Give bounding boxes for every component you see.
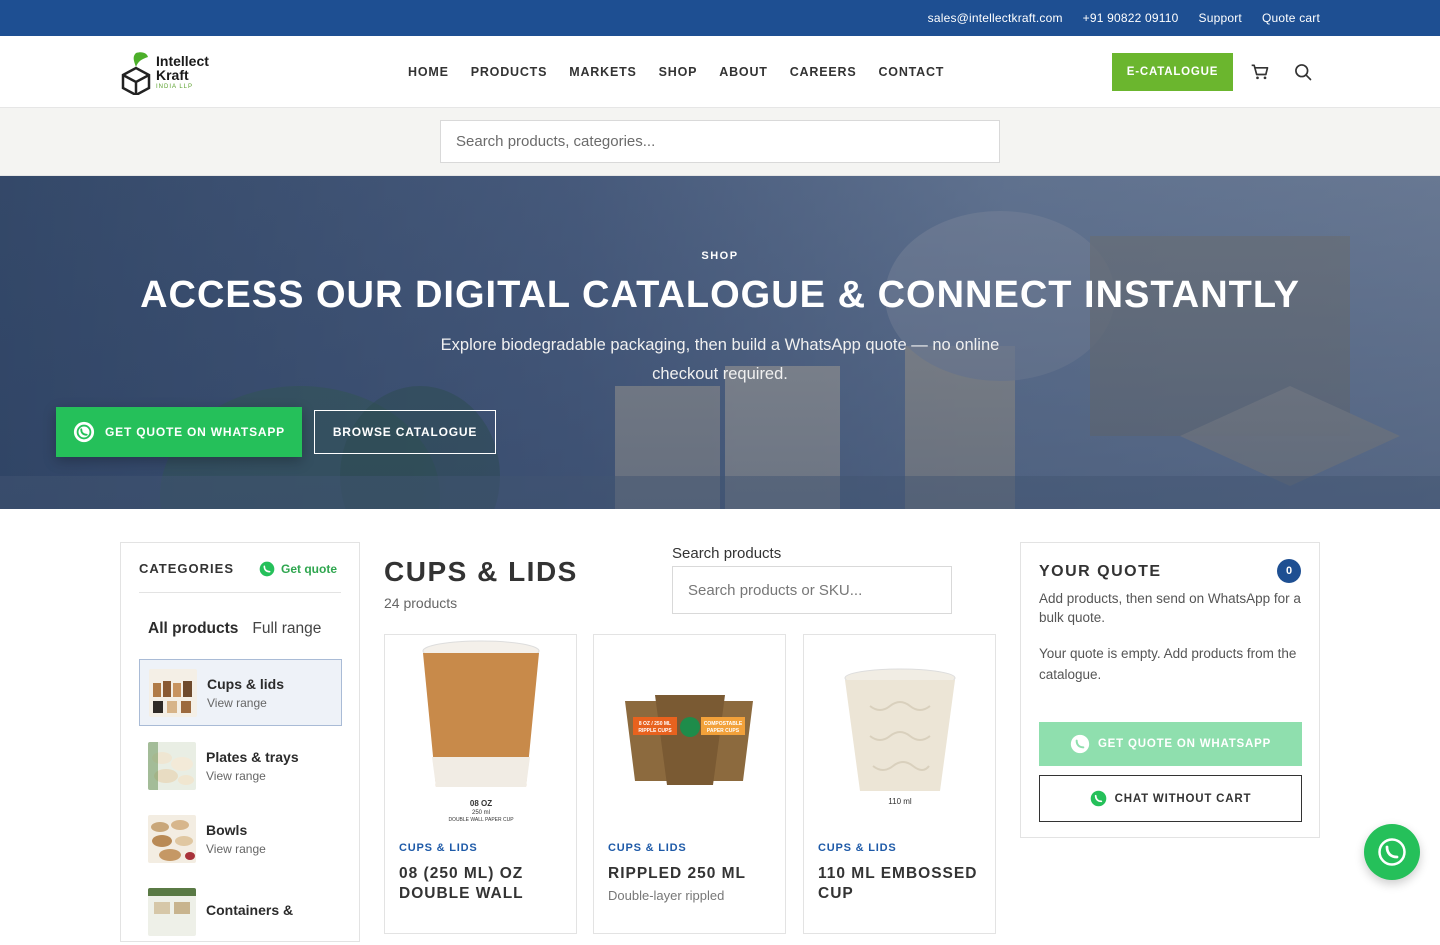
- e-catalogue-button[interactable]: E-CATALOGUE: [1112, 53, 1233, 91]
- quote-panel: YOUR QUOTE 0 Add products, then send on …: [1020, 542, 1320, 838]
- quote-empty-message: Your quote is empty. Add products from t…: [1039, 646, 1297, 682]
- logo-icon: [121, 52, 151, 95]
- divider: [139, 592, 341, 593]
- product-image: 110 ml: [804, 635, 995, 827]
- sidebar-get-quote-label: Get quote: [281, 562, 337, 576]
- product-image-label: 08 OZ: [469, 799, 491, 808]
- product-card[interactable]: 08 OZ 250 ml DOUBLE WALL PAPER CUP CUPS …: [384, 634, 577, 934]
- page-title: CUPS & LIDS: [384, 556, 578, 587]
- product-image: 8 OZ / 250 ML RIPPLE CUPS COMPOSTABLE PA…: [594, 635, 785, 827]
- nav-markets[interactable]: MARKETS: [569, 65, 636, 79]
- product-image: 08 OZ 250 ml DOUBLE WALL PAPER CUP: [385, 635, 576, 827]
- logo-line1: Intellect: [156, 53, 209, 69]
- quote-cart-link[interactable]: Quote cart: [1262, 11, 1320, 25]
- sidebar-item-cups-lids[interactable]: Cups & lids View range: [139, 659, 342, 726]
- nav-contact[interactable]: CONTACT: [878, 65, 944, 79]
- quote-whatsapp-button[interactable]: GET QUOTE ON WHATSAPP: [1039, 722, 1302, 766]
- whatsapp-icon: [1090, 790, 1106, 807]
- logo[interactable]: Intellect Kraft INDIA LLP: [120, 48, 220, 96]
- product-category: CUPS & LIDS: [608, 842, 687, 854]
- product-image-label: 8 OZ / 250 ML: [638, 721, 670, 727]
- nav-products[interactable]: PRODUCTS: [471, 65, 548, 79]
- product-image-label: 250 ml: [471, 810, 489, 816]
- product-category: CUPS & LIDS: [399, 842, 478, 854]
- category-name: Containers &: [206, 901, 294, 918]
- category-name: Plates & trays: [206, 748, 299, 765]
- support-link[interactable]: Support: [1199, 11, 1242, 25]
- product-search-label: Search products: [672, 545, 782, 562]
- hero-eyebrow: SHOP: [701, 250, 739, 262]
- whatsapp-icon: [259, 561, 275, 577]
- quote-title: YOUR QUOTE: [1039, 563, 1162, 580]
- product-image-label: RIPPLE CUPS: [638, 728, 672, 734]
- sidebar-item-bowls[interactable]: Bowls View range: [139, 805, 342, 872]
- nav-careers[interactable]: CAREERS: [790, 65, 857, 79]
- nav-shop[interactable]: SHOP: [659, 65, 698, 79]
- whatsapp-icon: [73, 421, 95, 443]
- category-sub: View range: [206, 841, 266, 856]
- logo-line3: INDIA LLP: [156, 84, 194, 90]
- categories-sidebar: CATEGORIES Get quote All products Full r…: [120, 542, 360, 942]
- all-products-sub: Full range: [252, 620, 322, 637]
- product-image-label: COMPOSTABLE: [703, 721, 742, 727]
- product-count: 24 products: [384, 595, 458, 611]
- sidebar-item-containers[interactable]: Containers &: [139, 878, 342, 945]
- phone-link[interactable]: +91 90822 09110: [1083, 11, 1179, 25]
- product-name[interactable]: 110 ML EMBOSSED CUP: [818, 864, 988, 904]
- chat-without-cart-button[interactable]: CHAT WITHOUT CART: [1039, 775, 1302, 822]
- sidebar-get-quote-link[interactable]: Get quote: [259, 561, 337, 577]
- quote-description: Add products, then send on WhatsApp for …: [1039, 591, 1301, 625]
- product-card[interactable]: 8 OZ / 250 ML RIPPLE CUPS COMPOSTABLE PA…: [593, 634, 786, 934]
- sidebar-item-all-products[interactable]: All products Full range: [148, 620, 321, 638]
- cart-icon[interactable]: [1250, 62, 1270, 82]
- product-image-label: PAPER CUPS: [706, 728, 739, 734]
- search-strip: Search products, categories...: [0, 108, 1440, 176]
- category-thumbnail: [149, 668, 197, 717]
- product-description: Double-layer rippled: [608, 888, 725, 903]
- browse-catalogue-button[interactable]: BROWSE CATALOGUE: [314, 410, 496, 454]
- product-search-input[interactable]: Search products or SKU...: [672, 566, 952, 614]
- hero-whatsapp-button[interactable]: GET QUOTE ON WHATSAPP: [56, 407, 302, 457]
- whatsapp-icon: [1378, 838, 1406, 866]
- product-image-label: DOUBLE WALL PAPER CUP: [448, 817, 514, 823]
- category-name: Bowls: [206, 821, 248, 838]
- quote-whatsapp-label: GET QUOTE ON WHATSAPP: [1097, 738, 1272, 750]
- email-link[interactable]: sales@intellectkraft.com: [928, 11, 1063, 25]
- logo-line2: Kraft: [156, 67, 189, 83]
- hero-banner: SHOP ACCESS OUR DIGITAL CATALOGUE & CONN…: [0, 176, 1440, 509]
- product-name[interactable]: RIPPLED 250 ML: [608, 864, 778, 884]
- category-thumbnail: [148, 741, 196, 790]
- hero-subtitle: Explore biodegradable packaging, then bu…: [440, 336, 1000, 383]
- sidebar-item-plates-trays[interactable]: Plates & trays View range: [139, 732, 342, 799]
- whatsapp-icon: [1070, 734, 1090, 754]
- category-sub: View range: [207, 695, 267, 710]
- product-name[interactable]: 08 (250 ML) OZ DOUBLE WALL: [399, 864, 569, 904]
- floating-whatsapp-button[interactable]: [1364, 824, 1420, 880]
- categories-heading: CATEGORIES: [139, 561, 234, 576]
- category-thumbnail: [148, 814, 196, 863]
- category-thumbnail: [148, 887, 196, 936]
- site-header: Intellect Kraft INDIA LLP HOME PRODUCTS …: [0, 36, 1440, 108]
- quote-count-badge: 0: [1277, 559, 1301, 583]
- search-input[interactable]: Search products, categories...: [440, 120, 1000, 163]
- nav-home[interactable]: HOME: [408, 65, 449, 79]
- search-icon[interactable]: [1293, 62, 1313, 82]
- hero-whatsapp-label: GET QUOTE ON WHATSAPP: [105, 425, 285, 439]
- all-products-label: All products: [148, 620, 239, 637]
- chat-without-cart-label: CHAT WITHOUT CART: [1114, 792, 1252, 805]
- category-sub: View range: [206, 768, 266, 783]
- hero-title: ACCESS OUR DIGITAL CATALOGUE & CONNECT I…: [140, 274, 1300, 316]
- product-image-label: 110 ml: [888, 797, 912, 806]
- category-name: Cups & lids: [207, 675, 285, 692]
- product-card[interactable]: 110 ml CUPS & LIDS 110 ML EMBOSSED CUP: [803, 634, 996, 934]
- main-nav: HOME PRODUCTS MARKETS SHOP ABOUT CAREERS…: [408, 36, 944, 108]
- product-category: CUPS & LIDS: [818, 842, 897, 854]
- top-bar: sales@intellectkraft.com +91 90822 09110…: [0, 0, 1440, 36]
- nav-about[interactable]: ABOUT: [719, 65, 767, 79]
